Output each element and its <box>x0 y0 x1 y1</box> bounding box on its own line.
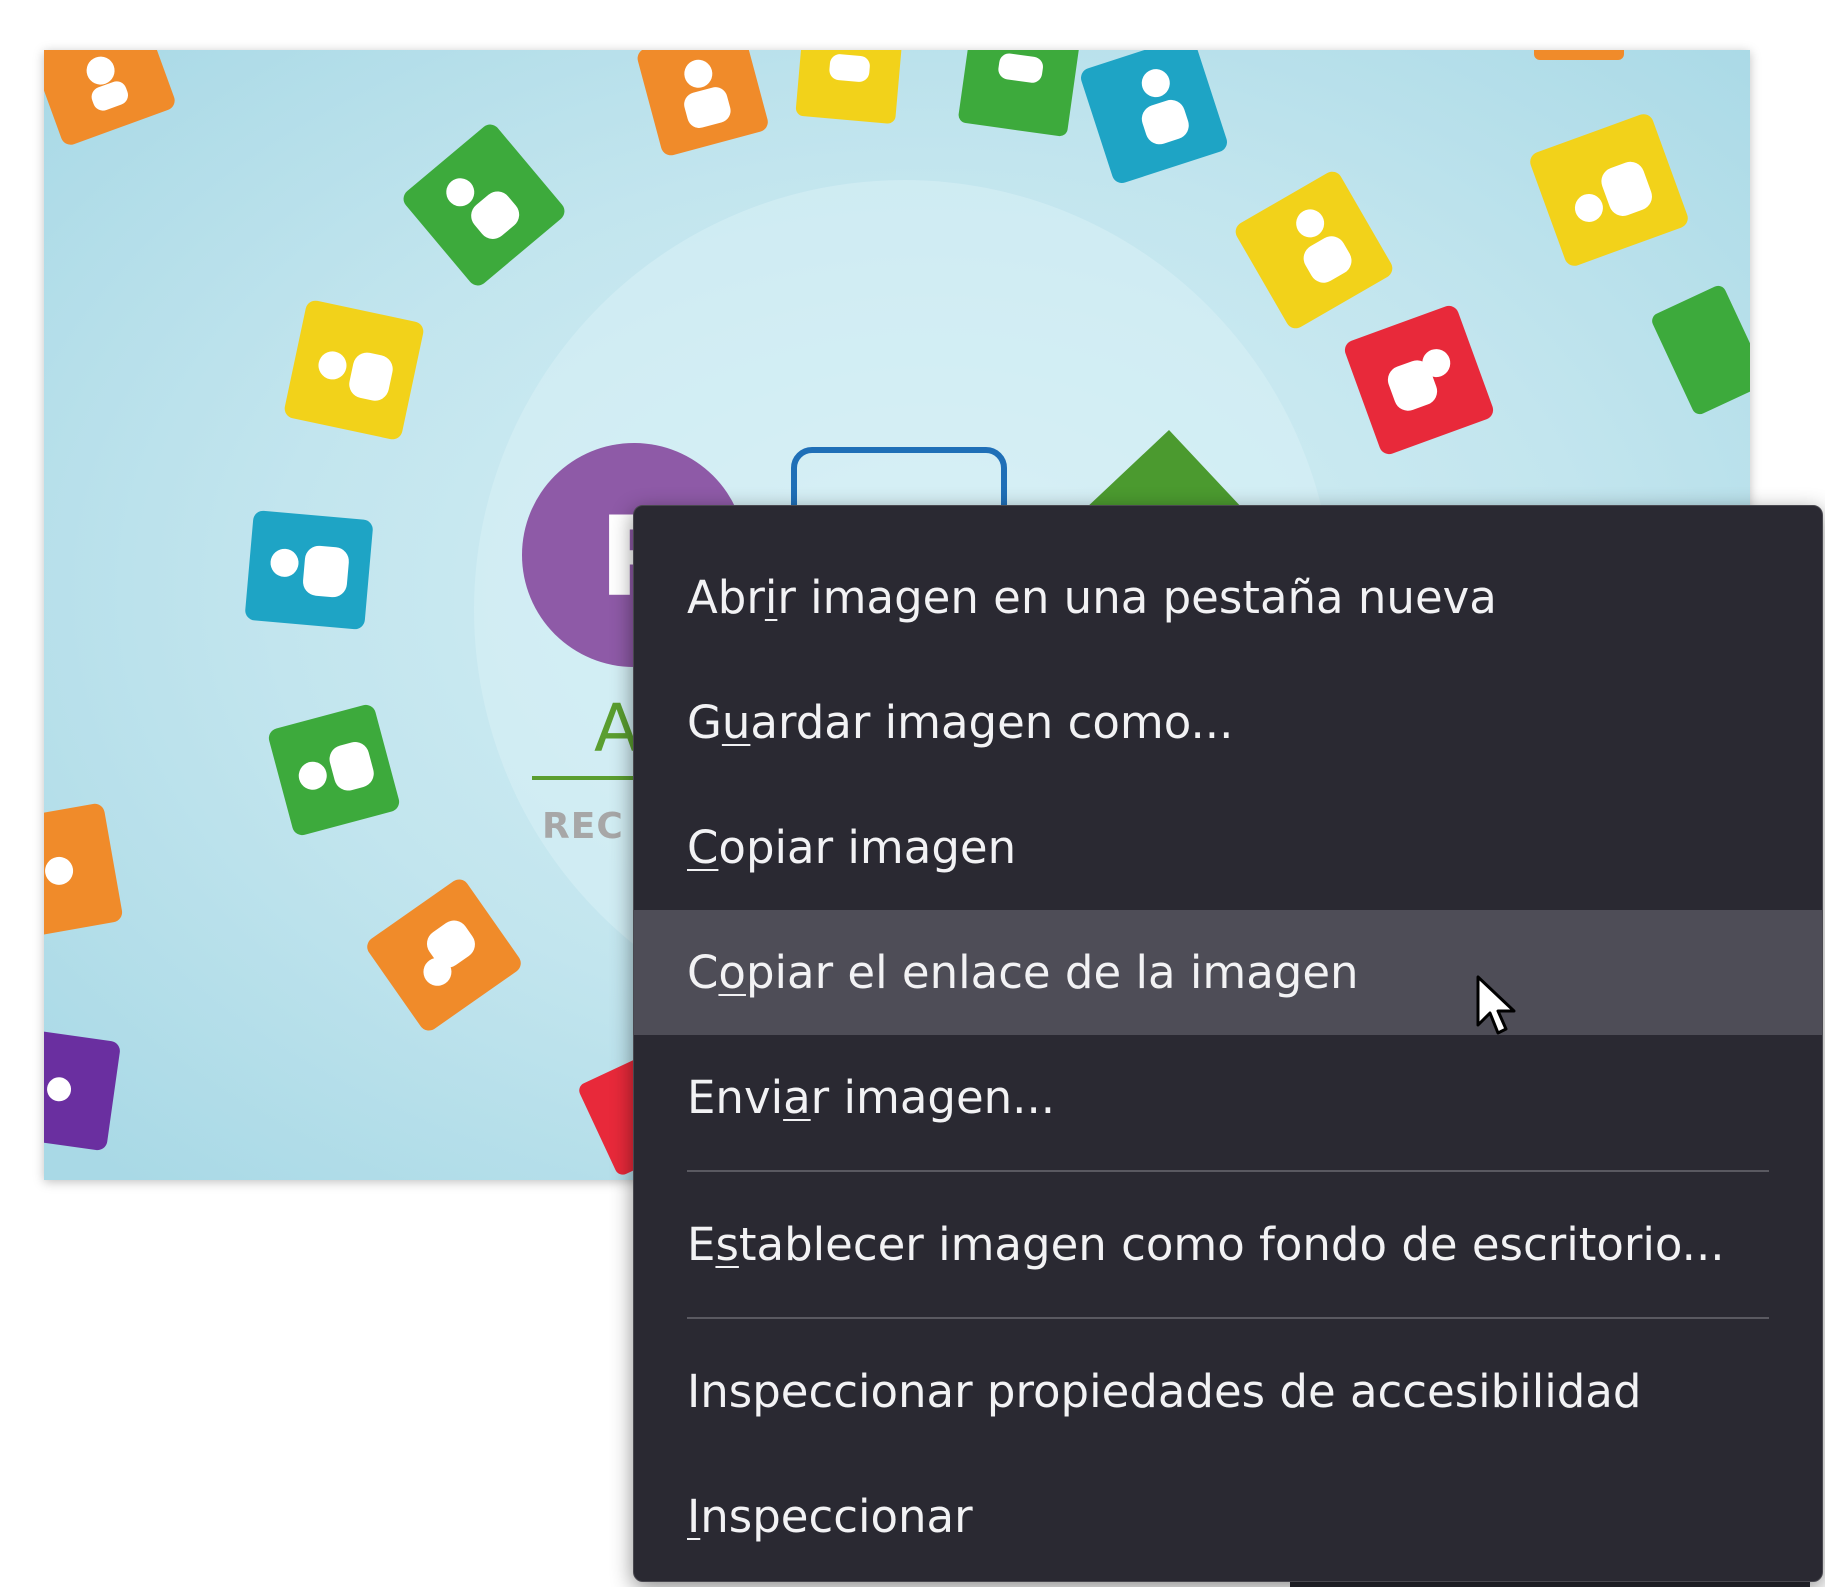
menu-item-copy-image-link[interactable]: Copiar el enlace de la imagen <box>634 910 1822 1035</box>
menu-item-label: r imagen... <box>810 1071 1056 1124</box>
menu-item-label: Envi <box>687 1071 784 1124</box>
menu-item-accelerator: I <box>687 1490 701 1543</box>
menu-item-label: G <box>687 696 722 749</box>
menu-separator <box>687 1170 1769 1172</box>
menu-item-inspect-accessibility[interactable]: Inspeccionar propiedades de accesibilida… <box>634 1329 1822 1454</box>
menu-item-accelerator: C <box>687 821 719 874</box>
menu-item-accelerator: a <box>783 1071 811 1124</box>
menu-item-label: nspeccionar <box>700 1490 973 1543</box>
mouse-pointer-icon <box>1476 975 1516 1035</box>
menu-item-accelerator: i <box>764 571 778 624</box>
menu-item-label: Inspeccionar propiedades de accesibilida… <box>687 1365 1642 1418</box>
menu-item-accelerator: o <box>718 946 746 999</box>
menu-item-label: tablecer imagen como fondo de escritorio… <box>738 1218 1725 1271</box>
menu-item-accelerator: u <box>721 696 751 749</box>
menu-item-set-desktop-background[interactable]: Establecer imagen como fondo de escritor… <box>634 1182 1822 1307</box>
menu-item-label: opiar imagen <box>718 821 1017 874</box>
menu-item-open-image-new-tab[interactable]: Abrir imagen en una pestaña nueva <box>634 535 1822 660</box>
menu-item-label: Abr <box>687 571 765 624</box>
menu-item-label: ardar imagen como... <box>750 696 1234 749</box>
menu-item-accelerator: s <box>715 1218 739 1271</box>
menu-item-inspect[interactable]: Inspeccionar <box>634 1454 1822 1579</box>
menu-item-label: r imagen en una pestaña nueva <box>777 571 1497 624</box>
menu-item-label: C <box>687 946 719 999</box>
brand-subtext: REC <box>542 806 624 847</box>
menu-item-send-image[interactable]: Enviar imagen... <box>634 1035 1822 1160</box>
menu-item-label: E <box>687 1218 716 1271</box>
menu-item-copy-image[interactable]: Copiar imagen <box>634 785 1822 910</box>
menu-item-save-image-as[interactable]: Guardar imagen como... <box>634 660 1822 785</box>
menu-separator <box>687 1317 1769 1319</box>
menu-item-label: piar el enlace de la imagen <box>745 946 1359 999</box>
image-context-menu: Abrir imagen en una pestaña nueva Guarda… <box>633 505 1823 1582</box>
